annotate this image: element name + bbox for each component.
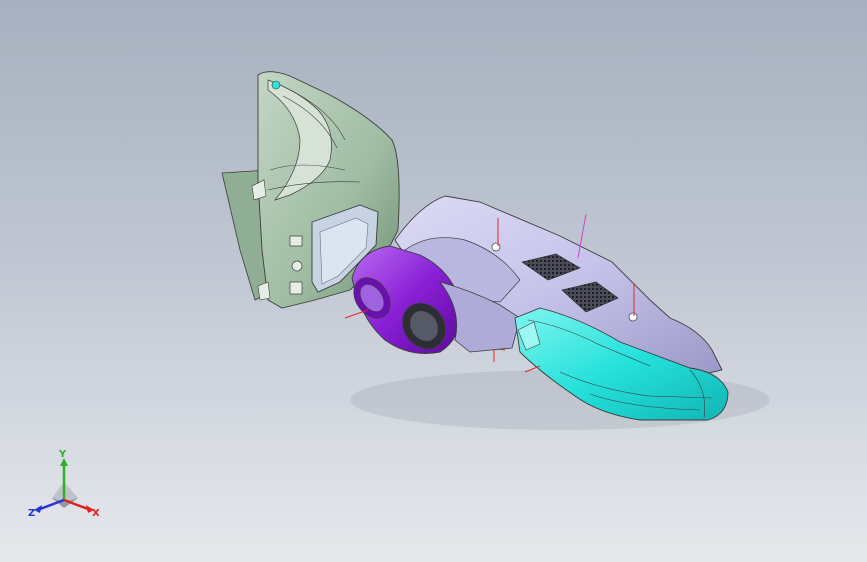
x-axis-label: X	[92, 508, 100, 519]
y-axis-label: Y	[58, 449, 67, 460]
indicator-light	[271, 80, 281, 90]
z-axis-label: Z	[28, 508, 35, 519]
housing-button-2	[291, 260, 303, 272]
graphics-viewport[interactable]: Y X Z	[0, 0, 867, 562]
housing-button-1	[289, 235, 303, 247]
screw-hole-1	[491, 242, 501, 252]
screw-hole-2	[628, 312, 638, 322]
housing-button-3	[289, 281, 303, 295]
axis-triad: Y X Z	[28, 449, 100, 519]
3d-model-view[interactable]	[0, 0, 867, 562]
